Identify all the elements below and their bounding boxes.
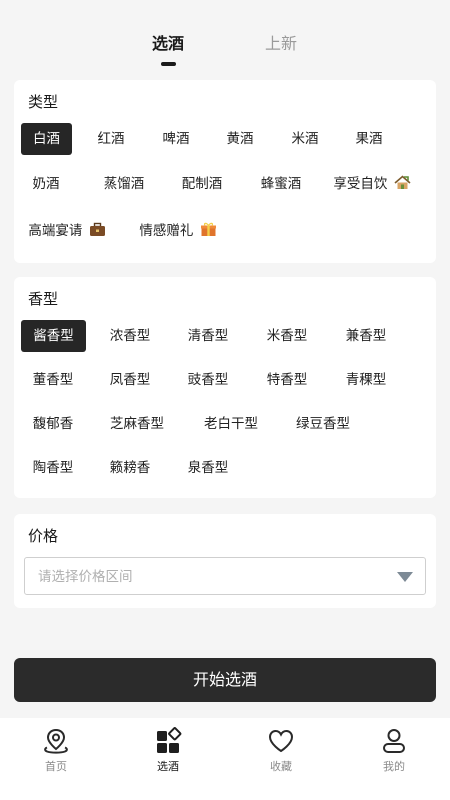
house-emoji-icon — [394, 175, 411, 189]
person-icon — [383, 729, 405, 753]
start-select-button[interactable]: 开始选酒 — [14, 658, 436, 702]
nav-label-home: 首页 — [45, 760, 67, 773]
nav-label-profile: 我的 — [383, 760, 405, 773]
chip-huangjiu[interactable]: 黄酒 — [218, 123, 262, 155]
chip-lvdou[interactable]: 绿豆香型 — [292, 408, 354, 440]
chip-self-enjoy-label: 享受自饮 — [333, 176, 388, 192]
price-title: 价格 — [28, 527, 59, 545]
chip-texiang[interactable]: 特香型 — [263, 364, 311, 396]
chip-jianxiang[interactable]: 兼香型 — [342, 320, 390, 352]
aroma-title: 香型 — [28, 290, 59, 308]
chip-high-end-banquet-label: 高端宴请 — [28, 223, 83, 239]
nav-item-favorites[interactable]: 收藏 — [225, 726, 337, 786]
dropdown-arrow-icon — [397, 572, 413, 582]
price-range-placeholder: 请选择价格区间 — [38, 569, 133, 585]
nav-label-select: 选酒 — [157, 760, 179, 773]
nav-label-favorites: 收藏 — [270, 760, 292, 773]
chip-qingxiang[interactable]: 清香型 — [184, 320, 232, 352]
chip-shenlao[interactable]: 籁耪香 — [106, 452, 154, 484]
location-pin-icon — [44, 728, 68, 754]
chip-fuyu[interactable]: 馥郁香 — [29, 408, 77, 440]
nav-item-home[interactable]: 首页 — [0, 726, 112, 786]
chip-nongxiang[interactable]: 浓香型 — [106, 320, 154, 352]
chip-qingke[interactable]: 青稞型 — [342, 364, 390, 396]
category-grid-icon — [157, 727, 182, 753]
category-card: 类型 白酒 红酒 啤酒 黄酒 米酒 果酒 奶酒 蒸馏酒 配制酒 蜂蜜酒 享受自饮… — [14, 80, 436, 263]
chip-fengmijiu[interactable]: 蜂蜜酒 — [251, 168, 311, 200]
briefcase-emoji-icon — [89, 222, 105, 236]
price-range-select[interactable]: 请选择价格区间 — [24, 557, 426, 595]
category-title: 类型 — [28, 93, 59, 111]
chip-emotional-gift-label: 情感赠礼 — [139, 223, 194, 239]
chip-jiangxiang[interactable]: 酱香型 — [21, 320, 86, 352]
chip-guojiu[interactable]: 果酒 — [347, 123, 391, 155]
chip-pijiu[interactable]: 啤酒 — [154, 123, 198, 155]
chip-quanxiang[interactable]: 泉香型 — [184, 452, 232, 484]
chip-chixiang[interactable]: 豉香型 — [184, 364, 232, 396]
active-tab-indicator — [161, 62, 176, 66]
tab-new-arrivals[interactable]: 上新 — [241, 34, 321, 54]
chip-taoxiang[interactable]: 陶香型 — [29, 452, 77, 484]
tab-select-wine[interactable]: 选酒 — [128, 34, 208, 54]
chip-hongjiu[interactable]: 红酒 — [89, 123, 133, 155]
bottom-nav-bar: 首页 选酒 收藏 我的 — [0, 718, 450, 800]
chip-mixiang[interactable]: 米香型 — [263, 320, 311, 352]
chip-laobaigan[interactable]: 老白干型 — [200, 408, 262, 440]
gift-emoji-icon — [200, 222, 216, 236]
chip-dongxiang[interactable]: 董香型 — [29, 364, 77, 396]
chip-high-end-banquet[interactable]: 高端宴请 — [24, 215, 110, 247]
chip-zhengliujiu[interactable]: 蒸馏酒 — [94, 168, 154, 200]
aroma-card: 香型 酱香型 浓香型 清香型 米香型 兼香型 董香型 凤香型 豉香型 特香型 青… — [14, 277, 436, 498]
chip-naijiu[interactable]: 奶酒 — [24, 168, 68, 200]
chip-self-enjoy[interactable]: 享受自饮 — [330, 168, 414, 200]
nav-item-select[interactable]: 选酒 — [112, 726, 224, 786]
nav-item-profile[interactable]: 我的 — [338, 726, 450, 786]
chip-zhima[interactable]: 芝麻香型 — [106, 408, 168, 440]
top-tab-bar: 选酒 上新 — [0, 0, 450, 78]
chip-mijiu[interactable]: 米酒 — [283, 123, 327, 155]
chip-fengxiang[interactable]: 凤香型 — [106, 364, 154, 396]
chip-peizhijiu[interactable]: 配制酒 — [172, 168, 232, 200]
price-card: 价格 请选择价格区间 — [14, 514, 436, 608]
chip-emotional-gift[interactable]: 情感赠礼 — [138, 215, 218, 247]
chip-baijiu[interactable]: 白酒 — [21, 123, 72, 155]
heart-icon — [268, 729, 294, 753]
